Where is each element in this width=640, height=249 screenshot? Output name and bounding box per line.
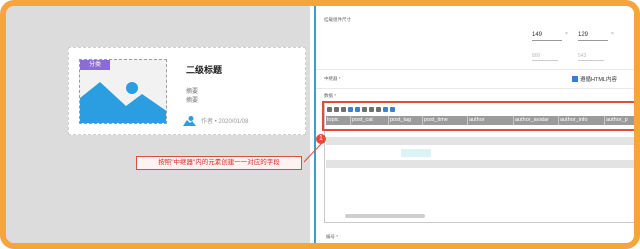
- height-input[interactable]: 129: [578, 31, 608, 41]
- move-up-icon[interactable]: [348, 106, 353, 112]
- horizontal-scrollbar[interactable]: [345, 214, 425, 218]
- design-canvas[interactable]: 分类 二级标题 摘要 摘要 作者 • 2020/01/08: [6, 6, 310, 243]
- annotation-note: 按照"中继器"内的元素创建一一对应的字段: [136, 156, 302, 170]
- checkbox-icon[interactable]: [572, 76, 578, 82]
- arrow-left-icon[interactable]: [383, 106, 388, 112]
- data-label: 数据 *: [324, 93, 337, 98]
- follow-html-checkbox[interactable]: 遵循HTML内容: [572, 75, 617, 83]
- table-toolbar: [327, 105, 397, 113]
- move-down-icon[interactable]: [355, 106, 360, 112]
- times-symbol-2: ×: [611, 31, 614, 37]
- annotation-connector: [303, 142, 323, 163]
- column-header[interactable]: post_tag: [389, 116, 423, 125]
- height-input-2[interactable]: 543: [578, 52, 604, 61]
- merge-icon[interactable]: [376, 106, 381, 112]
- column-icon[interactable]: [369, 106, 374, 112]
- window-frame: 分类 二级标题 摘要 摘要 作者 • 2020/01/08 1 按照"中继器"内…: [0, 0, 640, 249]
- repeater-label: 中继器 *: [324, 76, 341, 81]
- divider: [316, 88, 634, 89]
- arrow-right-icon[interactable]: [390, 106, 395, 112]
- column-header[interactable]: post_time: [423, 116, 468, 125]
- column-header[interactable]: post_cat: [351, 116, 389, 125]
- insert-col-icon[interactable]: [334, 106, 339, 112]
- card-summary-2: 摘要: [186, 98, 199, 104]
- insert-row-icon[interactable]: [327, 106, 332, 112]
- times-symbol: ×: [565, 31, 568, 37]
- bottom-label: 编号 *: [326, 234, 339, 239]
- table-row[interactable]: [326, 160, 634, 168]
- width-input-2[interactable]: 800: [532, 52, 558, 61]
- column-header[interactable]: author_p: [605, 116, 634, 125]
- card-summary-1: 摘要: [186, 89, 199, 95]
- article-card[interactable]: 分类 二级标题 摘要 摘要 作者 • 2020/01/08: [68, 47, 306, 135]
- delete-icon[interactable]: [341, 106, 346, 112]
- divider: [316, 69, 634, 70]
- properties-panel: 挂载组件尺寸 149 × 129 × 800 543 中继器 * 遵循HTML内…: [314, 6, 634, 243]
- column-header[interactable]: author: [468, 116, 514, 125]
- image-placeholder: 分类: [79, 59, 167, 124]
- table-header: topic post_cat post_tag post_time author…: [326, 116, 634, 125]
- column-header[interactable]: topic: [326, 116, 351, 125]
- data-table-editor[interactable]: topic post_cat post_tag post_time author…: [324, 101, 634, 223]
- width-input[interactable]: 149: [532, 31, 562, 41]
- size-label: 挂载组件尺寸: [324, 17, 351, 22]
- table-row[interactable]: [326, 137, 634, 145]
- grid-icon[interactable]: [362, 106, 367, 112]
- annotation-badge: 1: [316, 134, 326, 144]
- column-header[interactable]: author_avatar: [514, 116, 559, 125]
- author-meta: 作者 • 2020/01/08: [201, 118, 249, 125]
- checkbox-label: 遵循HTML内容: [580, 77, 617, 83]
- card-title: 二级标题: [186, 65, 223, 75]
- selected-cell[interactable]: [401, 149, 431, 157]
- author-avatar-icon: [183, 115, 196, 126]
- author-row: 作者 • 2020/01/08: [183, 114, 248, 126]
- category-tag: 分类: [80, 60, 110, 70]
- column-header[interactable]: author_info: [559, 116, 605, 125]
